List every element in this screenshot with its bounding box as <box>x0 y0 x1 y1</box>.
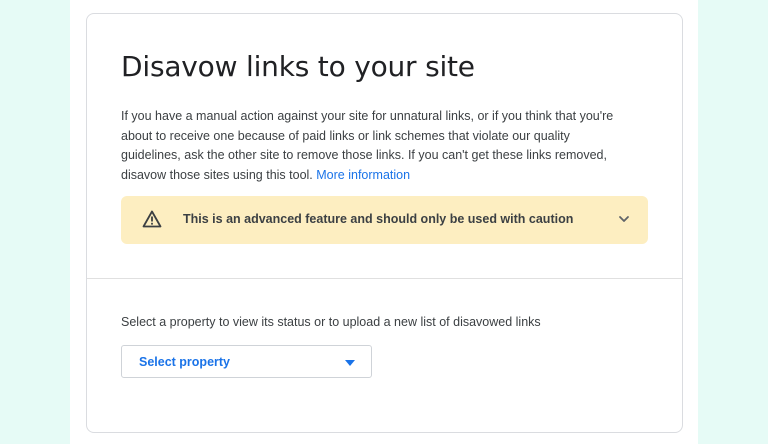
caret-down-icon <box>345 360 355 366</box>
page-title: Disavow links to your site <box>121 50 475 83</box>
warning-text: This is an advanced feature and should o… <box>183 212 574 226</box>
more-information-link[interactable]: More information <box>316 168 410 182</box>
chevron-down-icon[interactable] <box>618 214 630 224</box>
caution-warning-banner[interactable]: This is an advanced feature and should o… <box>121 196 648 244</box>
select-property-label: Select property <box>139 355 231 369</box>
description-text: If you have a manual action against your… <box>121 107 621 185</box>
section-divider <box>87 278 682 279</box>
property-prompt: Select a property to view its status or … <box>121 315 541 329</box>
warning-triangle-icon <box>142 210 162 228</box>
disavow-card: Disavow links to your site If you have a… <box>86 13 683 433</box>
select-property-dropdown[interactable]: Select property <box>121 345 372 378</box>
